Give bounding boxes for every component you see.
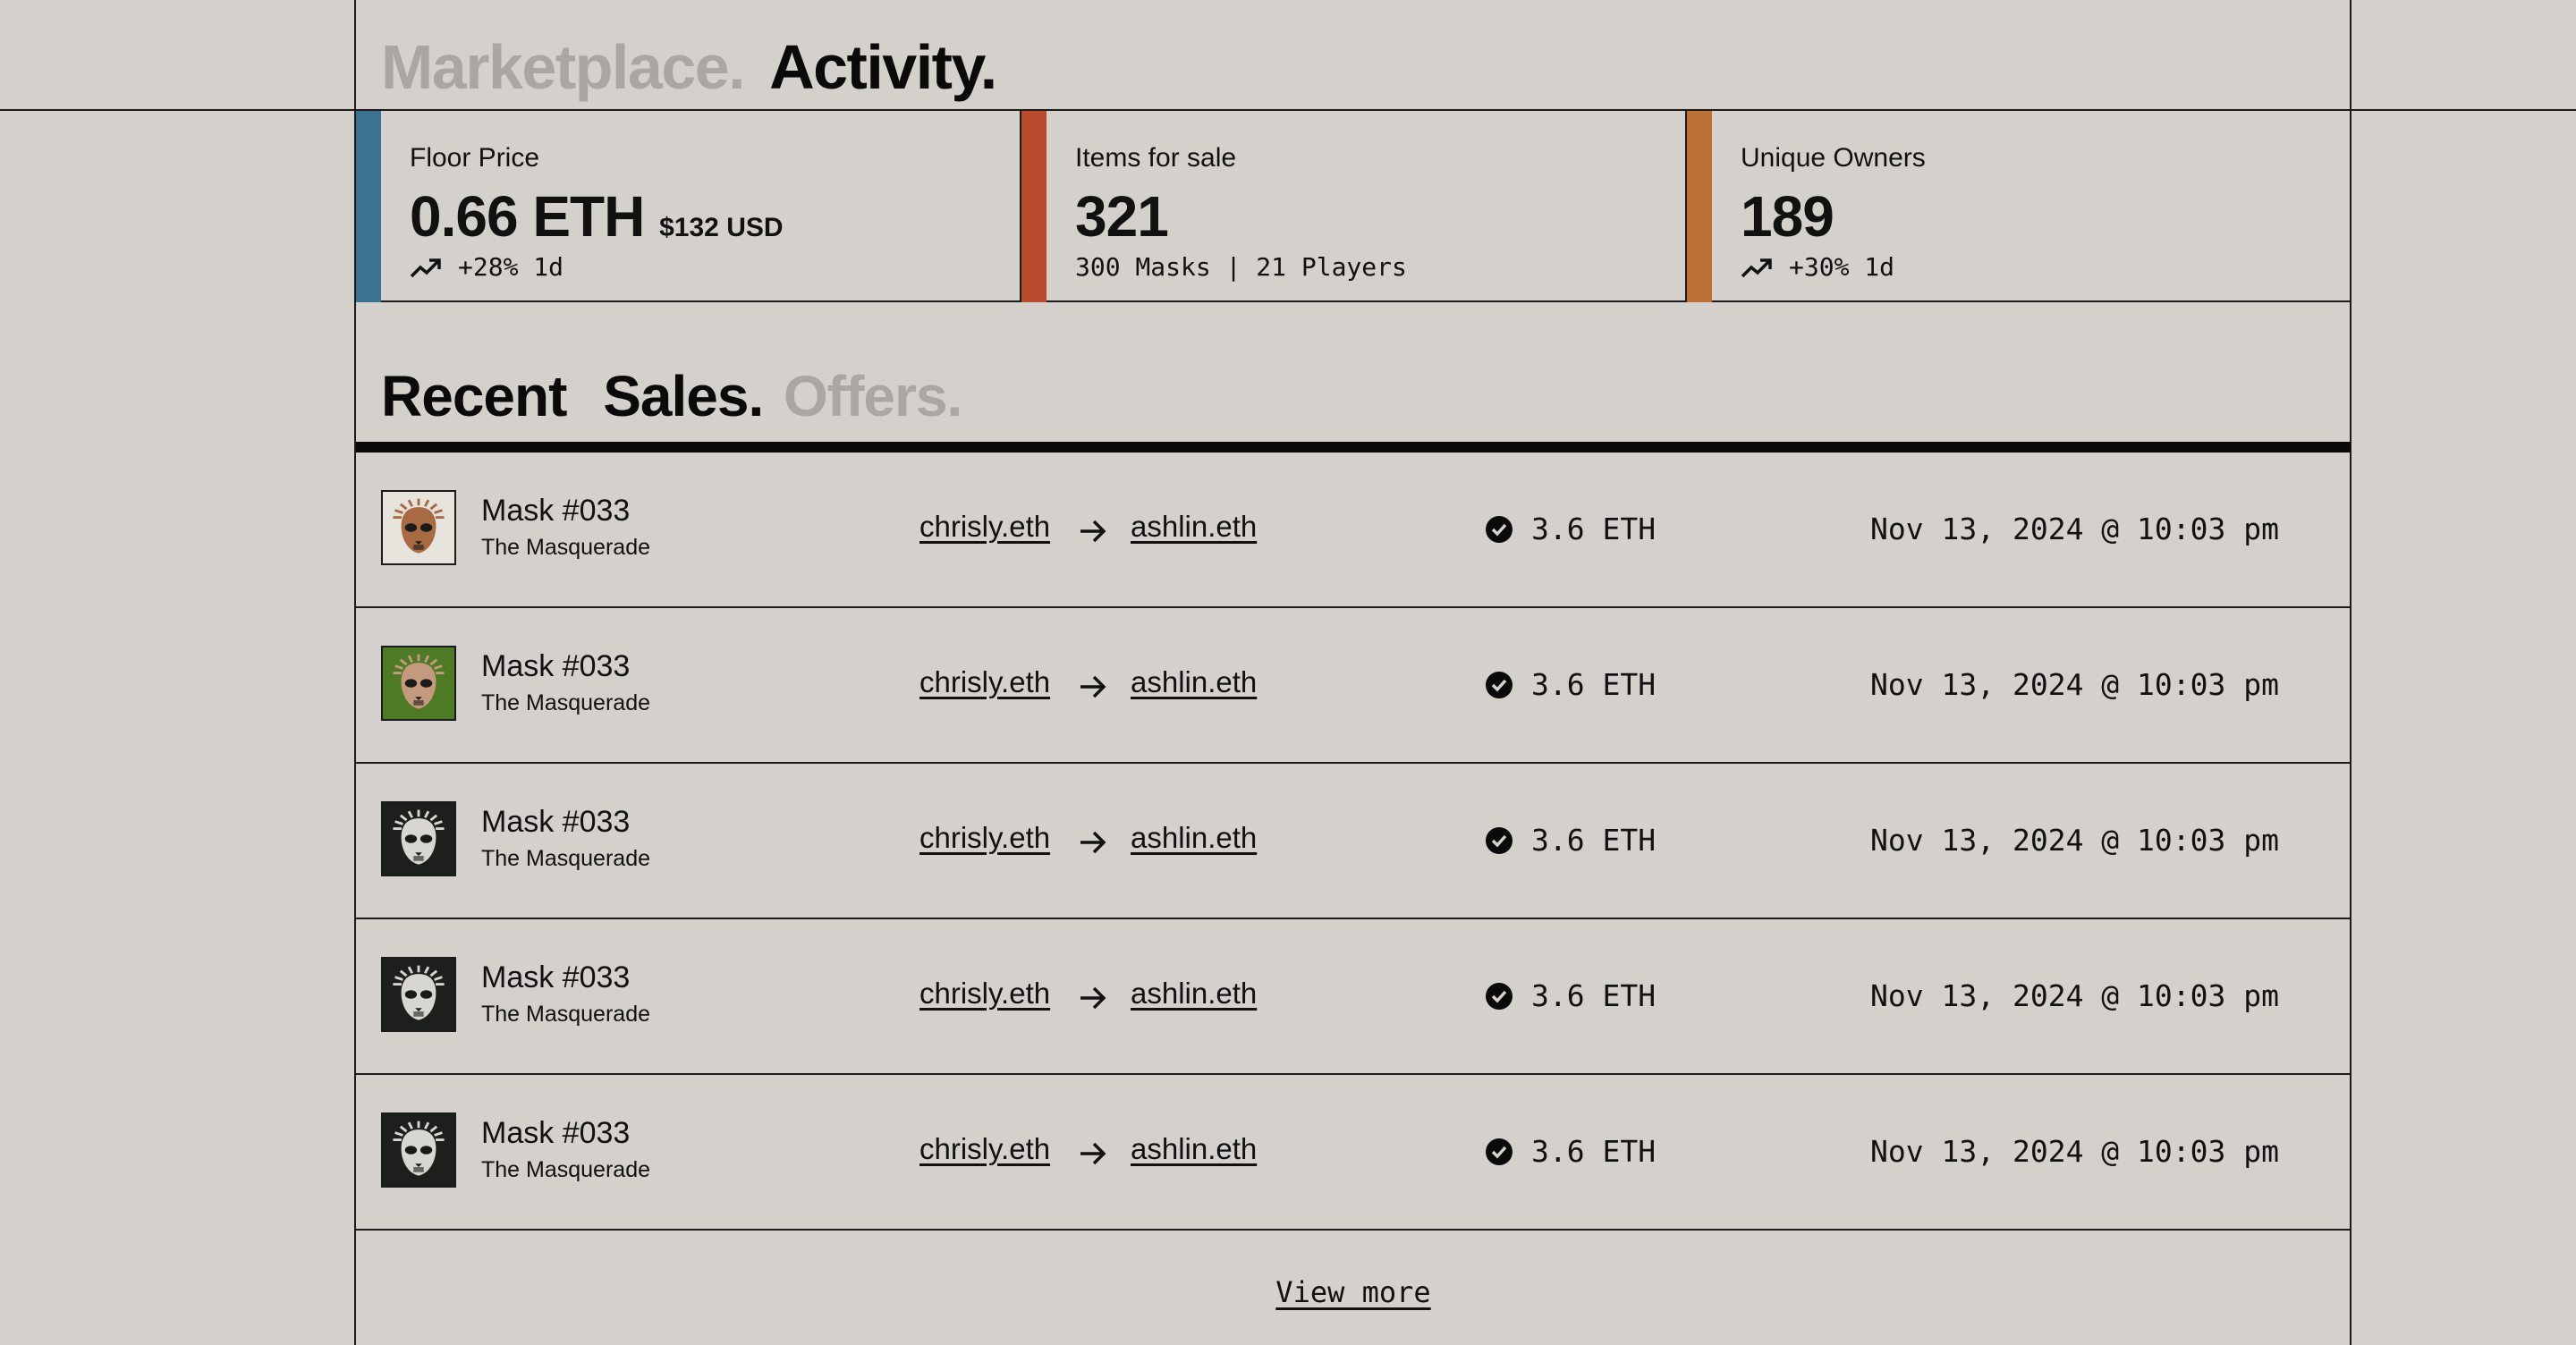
buyer-link[interactable]: ashlin.eth: [1131, 1132, 1257, 1166]
check-circle-icon: [1486, 516, 1513, 543]
mask-thumbnail[interactable]: [381, 490, 456, 565]
check-circle-icon: [1486, 1138, 1513, 1165]
arrow-right-icon: [1080, 520, 1106, 543]
stat-value-main: 0.66 ETH: [410, 184, 645, 249]
recent-label: Recent: [381, 364, 567, 428]
stat-label: Unique Owners: [1741, 143, 1926, 173]
seller-link[interactable]: chrisly.eth: [919, 1132, 1050, 1166]
stat-change: +28% 1d: [410, 252, 564, 282]
sales-list: Mask #033 The Masquerade chrisly.eth ash…: [356, 453, 2351, 1231]
item-name: Mask #033: [481, 1116, 631, 1150]
stat-change-text: +30% 1d: [1789, 252, 1895, 282]
trending-up-icon: [1741, 258, 1772, 277]
sale-date: Nov 13, 2024 @ 10:03 pm: [1870, 823, 2279, 858]
stat-value: 189: [1741, 184, 1835, 249]
arrow-right-icon: [1080, 1142, 1106, 1165]
mask-thumbnail[interactable]: [381, 1112, 456, 1188]
stat-value-usd: $132 USD: [659, 213, 784, 242]
seller-link[interactable]: chrisly.eth: [919, 821, 1050, 855]
arrow-right-icon: [1080, 675, 1106, 698]
mask-image: [383, 492, 454, 563]
stat-change-text: +28% 1d: [458, 252, 564, 282]
item-name: Mask #033: [481, 960, 631, 994]
trending-up-icon: [410, 258, 441, 277]
marketplace-tab[interactable]: Marketplace.: [381, 32, 746, 102]
sale-date: Nov 13, 2024 @ 10:03 pm: [1870, 978, 2279, 1013]
mask-image: [383, 803, 454, 875]
sale-price: 3.6 ETH: [1531, 823, 1657, 858]
stat-value: 321: [1075, 184, 1169, 249]
seller-link[interactable]: chrisly.eth: [919, 977, 1050, 1011]
collection-name: The Masquerade: [481, 1157, 651, 1182]
view-more-link[interactable]: View more: [356, 1275, 2351, 1309]
stat-accent-bar: [356, 111, 381, 302]
sale-date: Nov 13, 2024 @ 10:03 pm: [1870, 1134, 2279, 1169]
buyer-link[interactable]: ashlin.eth: [1131, 510, 1257, 544]
mask-thumbnail[interactable]: [381, 801, 456, 876]
collection-name: The Masquerade: [481, 690, 651, 715]
stat-items-for-sale: Items for sale 321 300 Masks | 21 Player…: [1021, 111, 1687, 302]
buyer-link[interactable]: ashlin.eth: [1131, 977, 1257, 1011]
check-circle-icon: [1486, 672, 1513, 698]
item-name: Mask #033: [481, 805, 631, 839]
check-circle-icon: [1486, 827, 1513, 854]
sale-price: 3.6 ETH: [1531, 667, 1657, 702]
stat-unique-owners: Unique Owners 189 +30% 1d: [1687, 111, 2351, 302]
seller-link[interactable]: chrisly.eth: [919, 665, 1050, 699]
seller-link[interactable]: chrisly.eth: [919, 510, 1050, 544]
sale-price: 3.6 ETH: [1531, 978, 1657, 1013]
stats-row: Floor Price 0.66 ETH $132 USD +28% 1d It…: [356, 111, 2351, 302]
mask-image: [383, 647, 454, 719]
arrow-right-icon: [1080, 831, 1106, 854]
stat-label: Floor Price: [410, 143, 540, 173]
stat-label: Items for sale: [1075, 143, 1237, 173]
collection-name: The Masquerade: [481, 535, 651, 560]
main-container: Marketplace. Activity. Floor Price 0.66 …: [356, 0, 2351, 1345]
activity-tab[interactable]: Activity.: [769, 32, 997, 102]
section-title: Marketplace. Activity.: [381, 27, 997, 107]
sale-row[interactable]: Mask #033 The Masquerade chrisly.eth ash…: [356, 608, 2351, 764]
collection-name: The Masquerade: [481, 1002, 651, 1027]
arrow-right-icon: [1080, 986, 1106, 1010]
sale-row[interactable]: Mask #033 The Masquerade chrisly.eth ash…: [356, 764, 2351, 919]
sale-date: Nov 13, 2024 @ 10:03 pm: [1870, 512, 2279, 546]
sale-row[interactable]: Mask #033 The Masquerade chrisly.eth ash…: [356, 453, 2351, 608]
sale-price: 3.6 ETH: [1531, 512, 1657, 546]
collection-name: The Masquerade: [481, 846, 651, 871]
stat-accent-bar: [1021, 111, 1046, 302]
mask-image: [383, 959, 454, 1030]
stat-breakdown: 300 Masks | 21 Players: [1075, 252, 1407, 282]
buyer-link[interactable]: ashlin.eth: [1131, 821, 1257, 855]
item-name: Mask #033: [481, 494, 631, 528]
sale-date: Nov 13, 2024 @ 10:03 pm: [1870, 667, 2279, 702]
section-divider: [356, 442, 2351, 453]
mask-image: [383, 1114, 454, 1186]
sale-price: 3.6 ETH: [1531, 1134, 1657, 1169]
mask-thumbnail[interactable]: [381, 957, 456, 1032]
mask-thumbnail[interactable]: [381, 646, 456, 721]
stat-change: +30% 1d: [1741, 252, 1894, 282]
sales-tab[interactable]: Sales.: [603, 364, 764, 428]
check-circle-icon: [1486, 983, 1513, 1010]
recent-heading: Recent Sales. Offers.: [381, 356, 962, 436]
offers-tab[interactable]: Offers.: [784, 364, 962, 428]
buyer-link[interactable]: ashlin.eth: [1131, 665, 1257, 699]
stat-accent-bar: [1687, 111, 1712, 302]
item-name: Mask #033: [481, 649, 631, 683]
sale-row[interactable]: Mask #033 The Masquerade chrisly.eth ash…: [356, 1075, 2351, 1231]
sale-row[interactable]: Mask #033 The Masquerade chrisly.eth ash…: [356, 919, 2351, 1075]
stat-floor-price: Floor Price 0.66 ETH $132 USD +28% 1d: [356, 111, 1021, 302]
